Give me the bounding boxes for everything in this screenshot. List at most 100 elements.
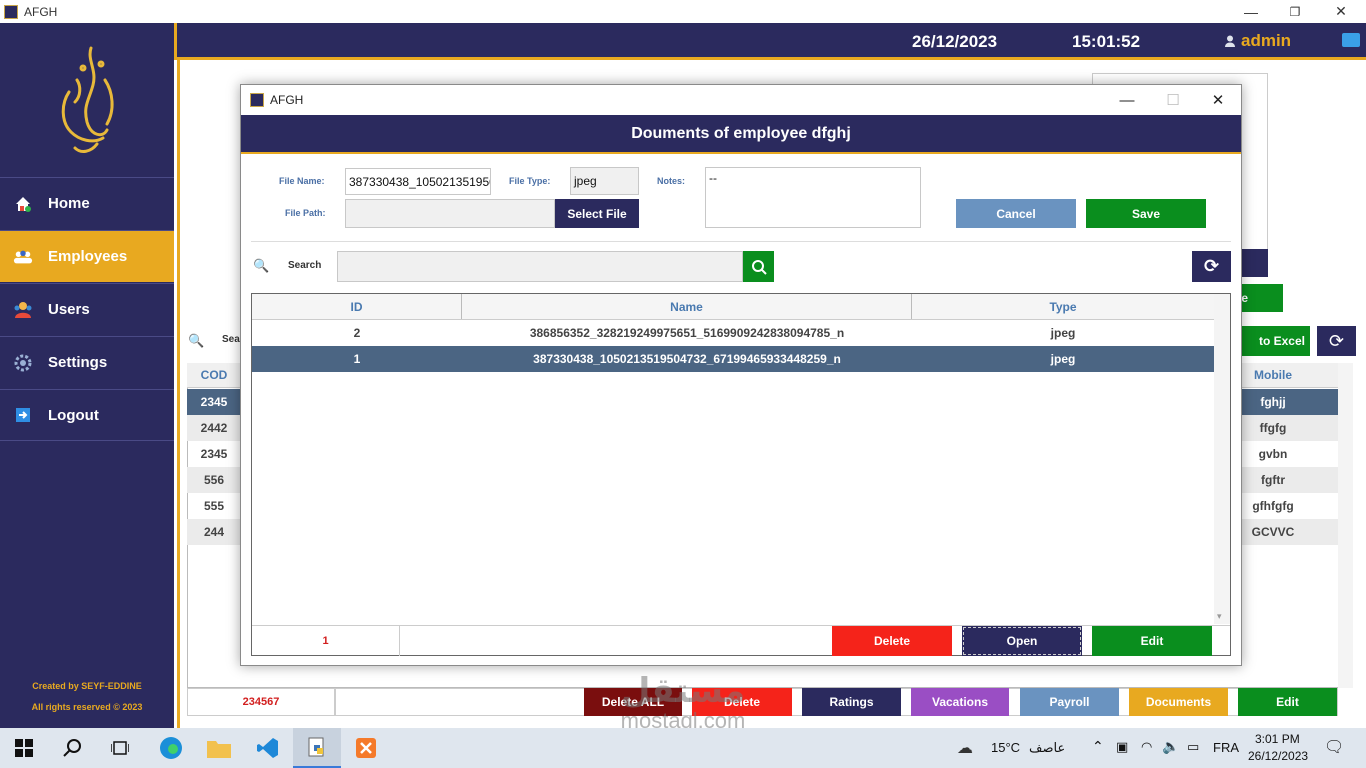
record-count: 1 — [252, 626, 400, 656]
edge-app[interactable] — [147, 728, 195, 768]
documents-button[interactable]: Documents — [1129, 688, 1228, 716]
top-header: 26/12/2023 15:01:52 admin — [174, 23, 1366, 60]
dialog-minimize-button[interactable]: — — [1104, 85, 1150, 115]
search-input[interactable] — [337, 251, 743, 282]
weather-icon: ☁ — [957, 740, 973, 757]
file-name-input[interactable]: 387330438_1050213519504732_6719946593344… — [345, 168, 491, 195]
sidebar-item-employees[interactable]: Employees — [0, 230, 174, 282]
clock-date[interactable]: 26/12/2023 — [1248, 749, 1308, 763]
table-scrollbar[interactable]: ▾ — [1214, 294, 1230, 624]
close-button[interactable]: ✕ — [1318, 0, 1364, 23]
notes-textarea[interactable]: -- — [705, 167, 921, 228]
header-time: 15:01:52 — [1072, 32, 1141, 51]
background-scrollbar[interactable] — [1338, 363, 1353, 688]
user-icon — [1225, 35, 1235, 47]
weather-temp[interactable]: 15°C — [991, 740, 1020, 755]
cell-id: 2 — [353, 326, 361, 340]
wifi-icon[interactable]: ◠ — [1141, 739, 1152, 755]
vscode-icon — [257, 738, 278, 758]
table-row[interactable]: 2 386856352_328219249975651_516990924283… — [252, 320, 1214, 346]
search-button[interactable] — [743, 251, 774, 282]
sidebar-item-label: Logout — [48, 406, 99, 424]
background-edit-button[interactable]: Edit — [1238, 688, 1337, 716]
file-path-label: File Path: — [285, 208, 326, 218]
window-title: AFGH — [24, 4, 58, 19]
background-refresh-button[interactable]: ⟳ — [1317, 326, 1356, 356]
sidebar-item-label: Home — [48, 195, 90, 212]
export-excel-button[interactable]: to Excel — [1232, 326, 1310, 356]
start-button[interactable] — [0, 728, 48, 768]
restore-button[interactable]: ❐ — [1272, 0, 1318, 23]
windows-icon — [15, 739, 33, 757]
file-type-field: jpeg — [570, 167, 639, 195]
window-titlebar: AFGH — ❐ ✕ — [0, 0, 1366, 23]
task-view-button[interactable] — [96, 728, 144, 768]
file-explorer-app[interactable] — [195, 728, 243, 768]
taskbar: ☁ 15°C عاصف ⌃ ▣ ◠ 🔈 ▭ FRA 3:01 PM 26/12/… — [0, 728, 1366, 768]
watermark: مستقل mostaql.com — [620, 672, 746, 733]
app-icon — [250, 93, 264, 107]
ratings-button[interactable]: Ratings — [802, 688, 901, 716]
table-row-selected[interactable]: 1 387330438_1050213519504732_67199465933… — [252, 346, 1214, 372]
dialog-titlebar: AFGH — ☐ ✕ — [241, 85, 1241, 115]
notification-icon[interactable]: 🗨 — [1324, 737, 1344, 757]
cell-type: jpeg — [1050, 326, 1076, 340]
sidebar-item-logout[interactable]: Logout — [0, 389, 174, 441]
vacations-button[interactable]: Vacations — [911, 688, 1009, 716]
cancel-button[interactable]: Cancel — [956, 199, 1076, 228]
documents-table: ID Name Type 2 386856352_328219249975651… — [251, 293, 1231, 656]
app-icon — [4, 4, 18, 19]
sidebar-item-label: Users — [48, 301, 90, 318]
dialog-maximize-button[interactable]: ☐ — [1150, 85, 1196, 115]
mail-icon[interactable] — [1342, 33, 1360, 47]
select-file-button[interactable]: Select File — [555, 199, 639, 228]
minimize-button[interactable]: — — [1228, 0, 1274, 23]
refresh-icon: ⟳ — [1328, 330, 1345, 351]
column-header-name[interactable]: Name — [462, 294, 912, 319]
edge-icon — [160, 737, 182, 759]
search-icon: 🔍 — [253, 258, 270, 273]
network-icon[interactable]: ▣ — [1116, 739, 1128, 755]
python-app[interactable] — [293, 728, 341, 768]
table-footer: 1 Delete Open Edit — [252, 625, 1230, 656]
payroll-button[interactable]: Payroll — [1020, 688, 1119, 716]
column-header-type[interactable]: Type — [912, 294, 1214, 319]
search-icon: 🔍 — [188, 333, 205, 348]
python-icon — [308, 737, 324, 757]
documents-dialog: AFGH — ☐ ✕ Douments of employee dfghj Fi… — [240, 84, 1242, 666]
sidebar-item-settings[interactable]: Settings — [0, 336, 174, 388]
dialog-close-button[interactable]: ✕ — [1195, 85, 1241, 115]
volume-icon[interactable]: 🔈 — [1162, 738, 1179, 755]
chevron-up-icon[interactable]: ⌃ — [1092, 738, 1104, 755]
delete-button[interactable]: Delete — [832, 626, 952, 656]
sidebar-item-home[interactable]: Home — [0, 177, 174, 229]
weather-text[interactable]: عاصف — [1029, 740, 1065, 756]
battery-icon[interactable]: ▭ — [1187, 739, 1199, 755]
gear-icon — [13, 353, 33, 373]
taskbar-search-button[interactable] — [48, 728, 96, 768]
language-indicator[interactable]: FRA — [1213, 740, 1239, 755]
clock-time[interactable]: 3:01 PM — [1255, 732, 1300, 746]
notes-label: Notes: — [657, 176, 686, 186]
refresh-button[interactable]: ⟳ — [1192, 251, 1231, 282]
cell-name: 386856352_328219249975651_51699092428380… — [529, 326, 845, 340]
sidebar-item-label: Settings — [48, 354, 108, 371]
column-header-id[interactable]: ID — [252, 294, 462, 319]
scroll-down-icon[interactable]: ▾ — [1217, 611, 1222, 622]
open-button[interactable]: Open — [962, 626, 1082, 656]
employees-icon — [13, 247, 33, 267]
divider — [251, 241, 1231, 242]
home-icon — [13, 194, 33, 214]
file-type-label: File Type: — [509, 176, 551, 186]
file-name-label: File Name: — [279, 176, 325, 186]
task-view-icon — [111, 741, 129, 755]
edit-button[interactable]: Edit — [1092, 626, 1212, 656]
xampp-app[interactable] — [342, 728, 390, 768]
background-record-count: 234567 — [187, 688, 335, 716]
sidebar-item-users[interactable]: Users — [0, 283, 174, 335]
save-button[interactable]: Save — [1086, 199, 1206, 228]
dialog-title: AFGH — [270, 93, 304, 107]
column-header-code[interactable]: COD — [187, 363, 241, 388]
table-header: ID Name Type — [252, 294, 1214, 320]
vscode-app[interactable] — [244, 728, 292, 768]
